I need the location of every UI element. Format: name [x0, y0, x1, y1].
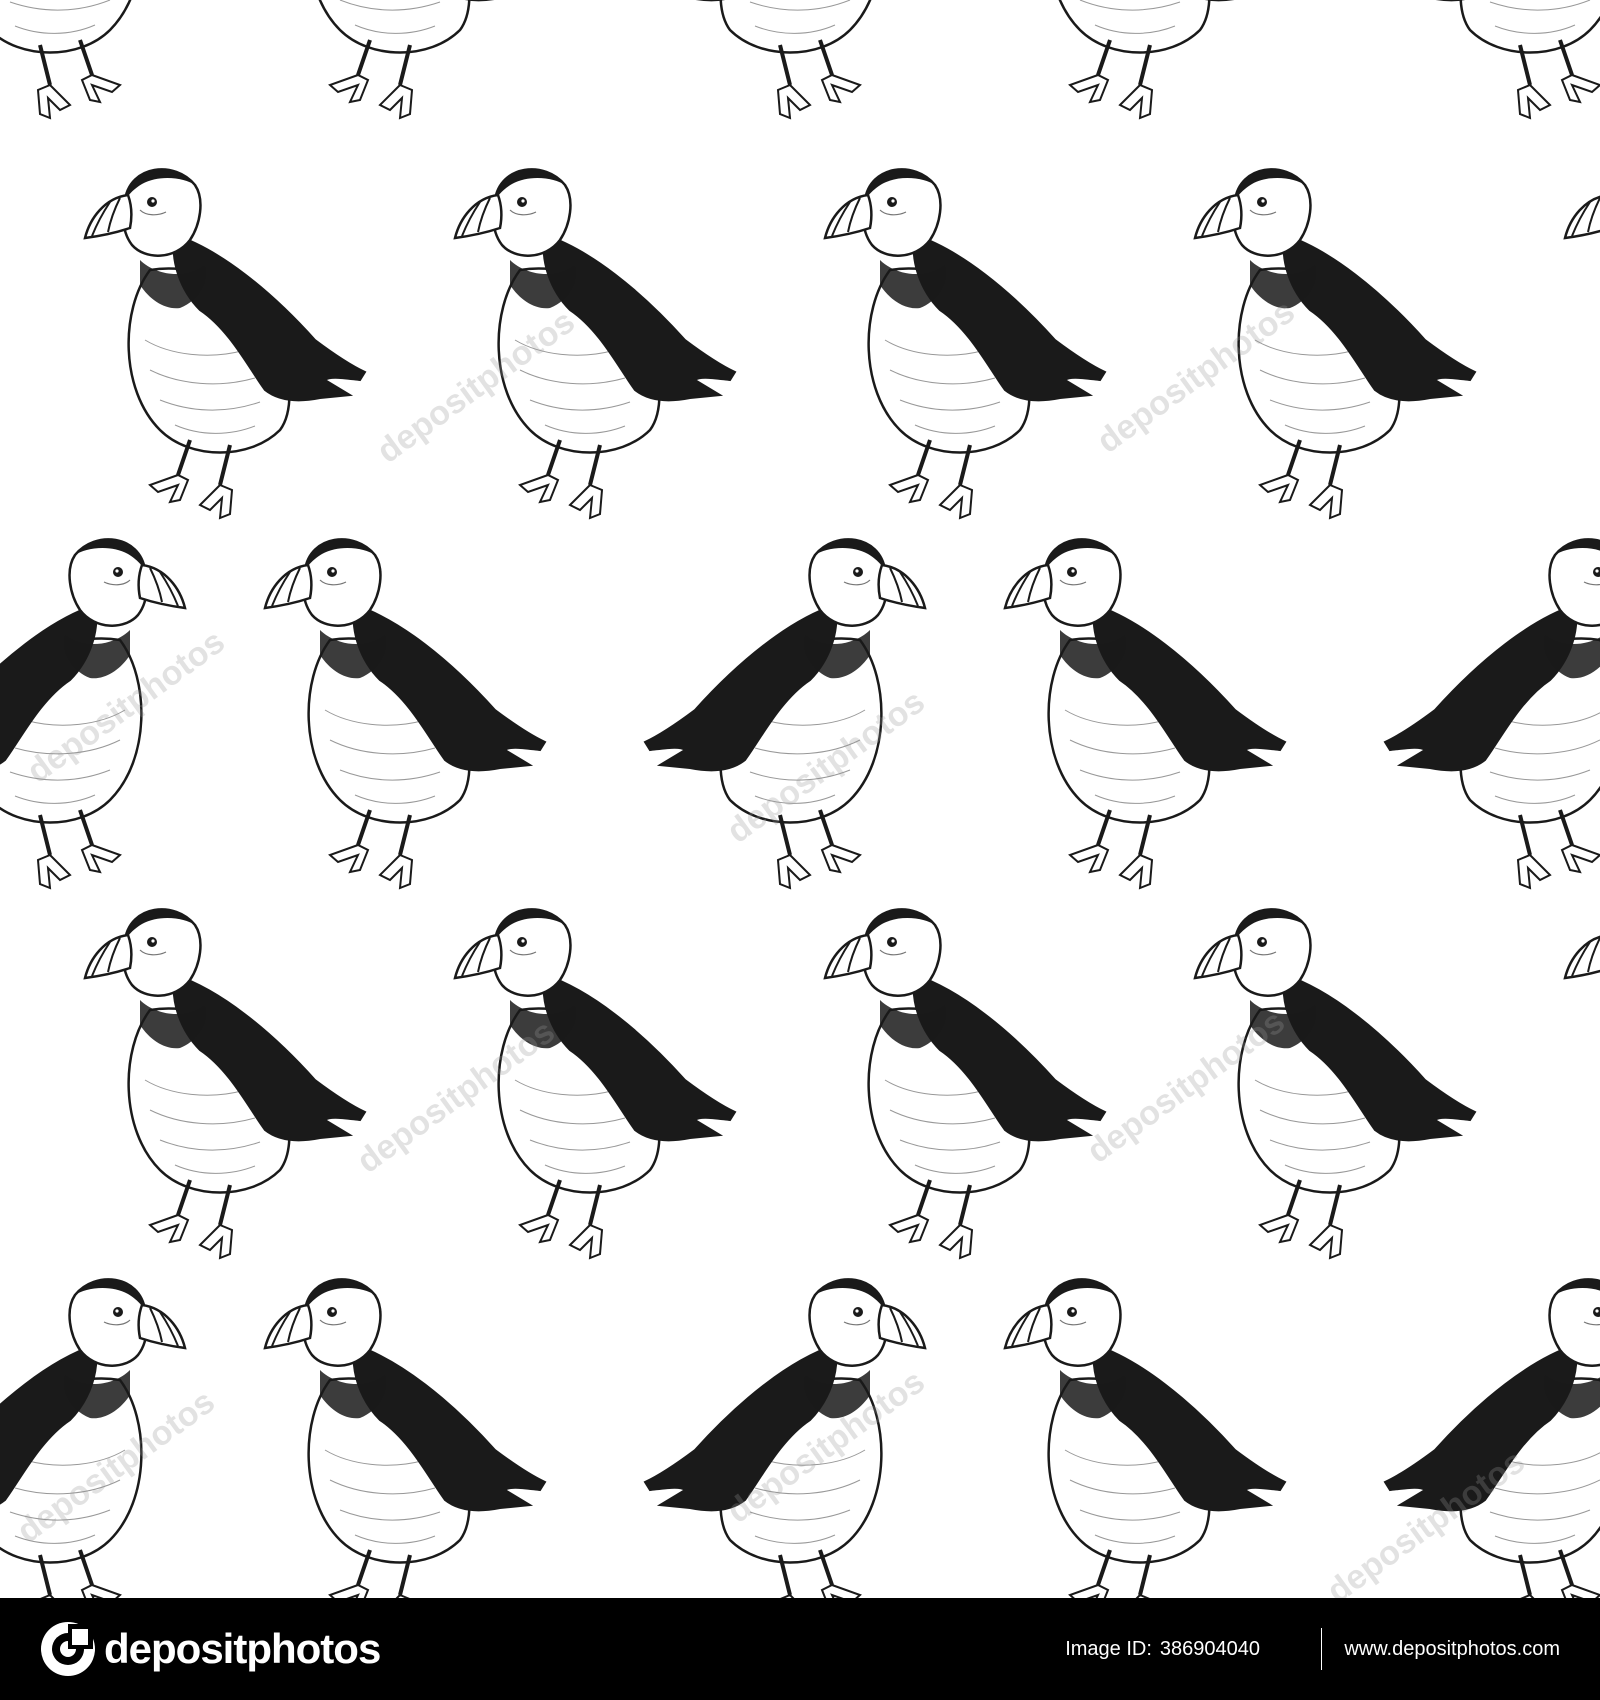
- puffin-illustration: [1193, 908, 1477, 1260]
- puffin-illustration: [1003, 538, 1287, 890]
- puffin-illustration: [0, 0, 132, 120]
- puffin-illustration: [453, 168, 737, 520]
- puffin-illustration: [1563, 935, 1600, 980]
- footer-divider: [1321, 1628, 1322, 1670]
- puffin-illustration: [318, 0, 495, 120]
- puffin-illustration: [695, 0, 872, 120]
- puffin-illustration: [453, 908, 737, 1260]
- puffin-illustration: [1563, 195, 1600, 240]
- footer-site-url: www.depositphotos.com: [1344, 1637, 1560, 1660]
- depositphotos-logo-icon: [41, 1622, 95, 1676]
- puffin-illustration: [1435, 0, 1600, 120]
- puffin-illustration: [1058, 0, 1235, 120]
- puffin-illustration: [0, 1278, 187, 1598]
- stock-footer-bar: depositphotos Image ID: 386904040 www.de…: [0, 1598, 1600, 1700]
- puffin-illustration: [1383, 538, 1600, 890]
- puffin-illustration: [83, 908, 367, 1260]
- footer-logo: depositphotos: [40, 1620, 381, 1678]
- footer-logo-text: depositphotos: [104, 1625, 381, 1672]
- image-id-value: 386904040: [1159, 1637, 1260, 1660]
- puffin-illustration: [263, 1278, 547, 1598]
- puffin-illustration: [0, 538, 187, 890]
- puffin-illustration: [1193, 168, 1477, 520]
- image-id-label: Image ID:: [1065, 1637, 1152, 1660]
- puffin-illustration: [1003, 1278, 1287, 1598]
- puffin-illustration: [263, 538, 547, 890]
- puffin-illustration: [823, 908, 1107, 1260]
- puffin-pattern: depositphotos depositphotos depositphotos d…: [0, 0, 1600, 1598]
- puffin-illustration: [823, 168, 1107, 520]
- puffin-illustration: [1383, 1278, 1600, 1598]
- puffin-illustration: [643, 1278, 927, 1598]
- puffin-illustration: [83, 168, 367, 520]
- puffin-illustration: [643, 538, 927, 890]
- footer-image-id: Image ID: 386904040: [1065, 1598, 1260, 1700]
